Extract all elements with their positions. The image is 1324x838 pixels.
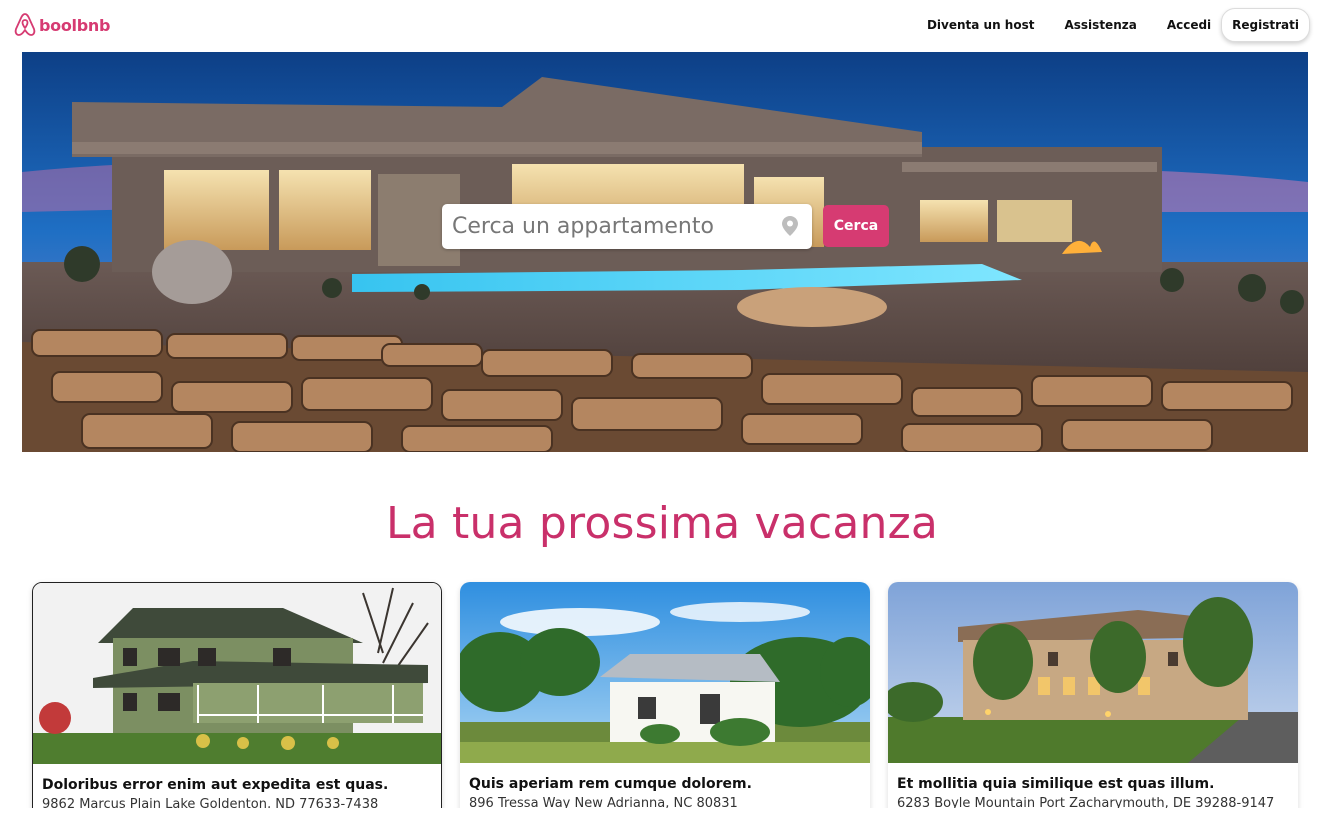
logo[interactable]: boolbnb [13, 12, 110, 38]
search-button[interactable]: Cerca [823, 205, 889, 247]
help-link[interactable]: Assistenza [1054, 12, 1146, 38]
register-button[interactable]: Registrati [1221, 8, 1310, 42]
airbnb-logo-icon [14, 13, 36, 36]
nav-menu: Diventa un host Assistenza Accedi Regist… [917, 8, 1310, 42]
search-input[interactable] [442, 206, 762, 247]
apartment-image [33, 583, 441, 764]
hero-banner: Cerca [22, 52, 1308, 452]
card-title: Doloribus error enim aut expedita est qu… [42, 777, 389, 793]
apartment-card[interactable]: Quis aperiam rem cumque dolorem. 896 Tre… [460, 582, 870, 822]
login-link[interactable]: Accedi [1157, 12, 1221, 38]
hero-house-image [22, 52, 1308, 452]
search-bar [442, 204, 812, 249]
viewport-bottom-edge [0, 808, 1324, 838]
card-title: Et mollitia quia similique est quas illu… [897, 776, 1215, 792]
card-title: Quis aperiam rem cumque dolorem. [469, 776, 752, 792]
apartment-image [888, 582, 1298, 763]
logo-text: boolbnb [39, 15, 111, 35]
become-host-link[interactable]: Diventa un host [917, 12, 1045, 38]
map-pin-icon [782, 216, 798, 236]
apartment-card[interactable]: Et mollitia quia similique est quas illu… [888, 582, 1298, 822]
apartment-image [460, 582, 870, 763]
section-title: La tua prossima vacanza [385, 498, 939, 549]
top-navbar: boolbnb Diventa un host Assistenza Acced… [0, 0, 1324, 52]
apartment-card[interactable]: Doloribus error enim aut expedita est qu… [32, 582, 442, 822]
